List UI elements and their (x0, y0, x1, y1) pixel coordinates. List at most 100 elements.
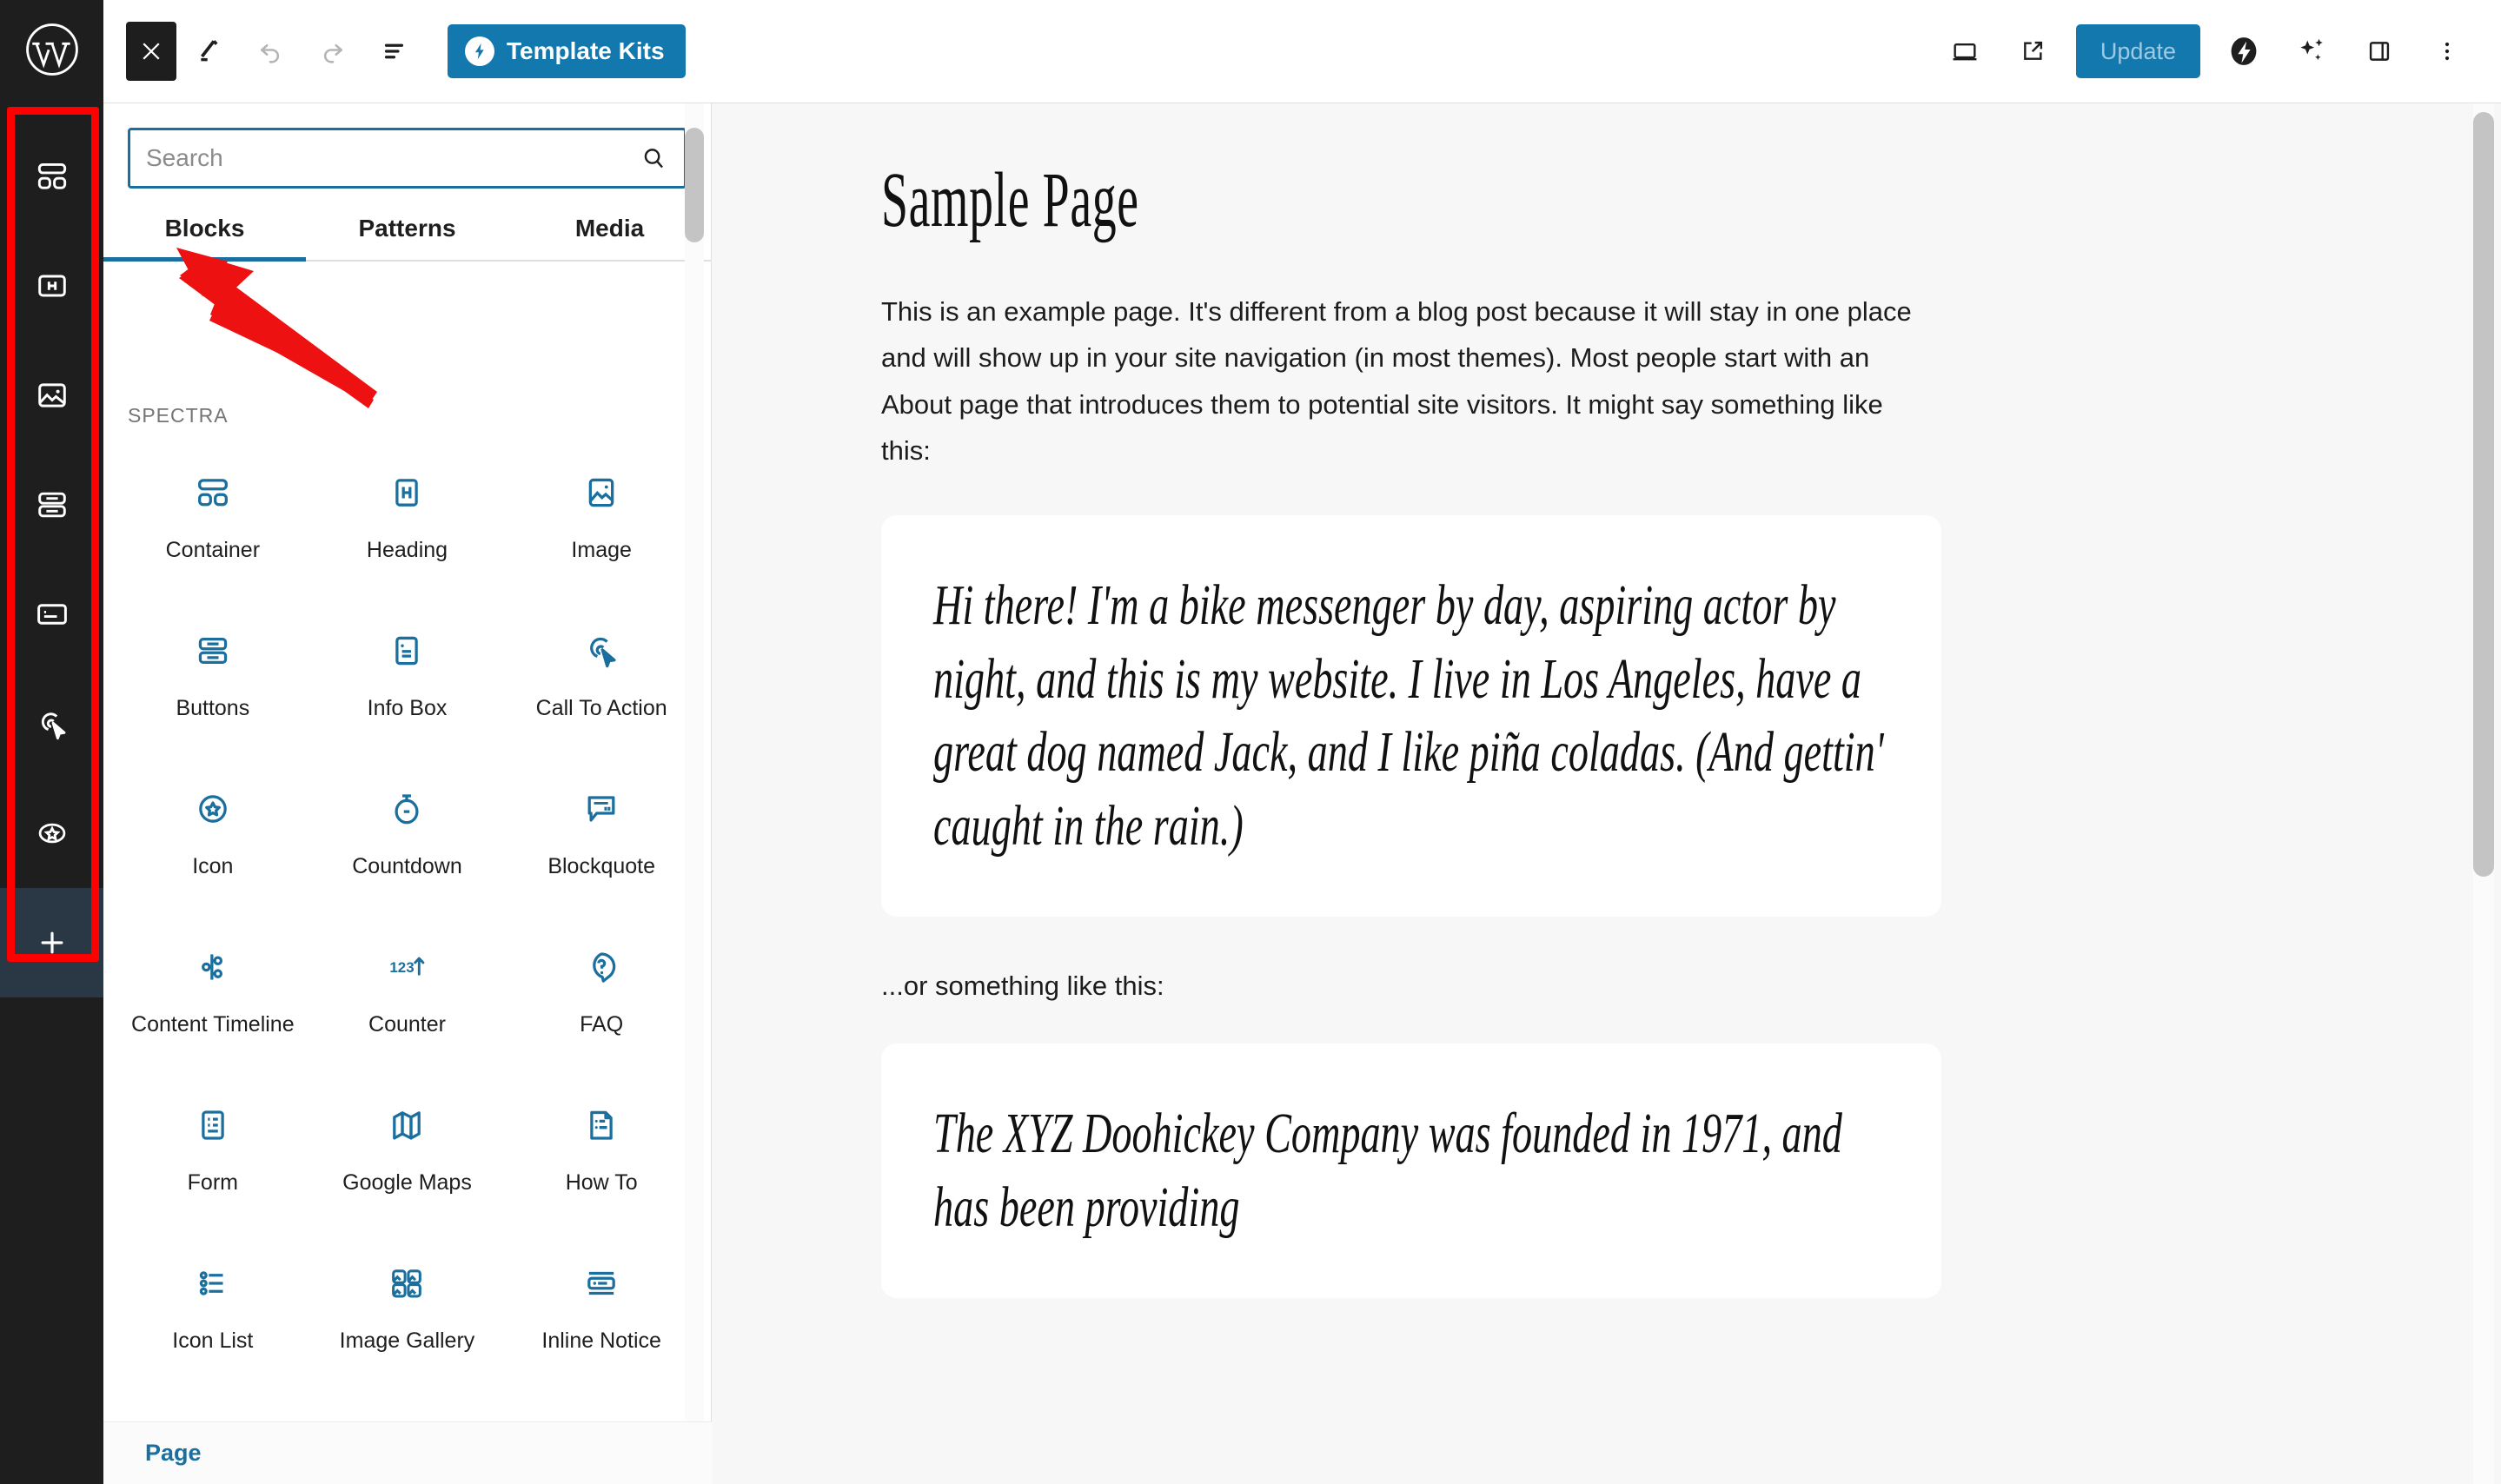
block-item-blockquote[interactable]: Blockquote (504, 761, 699, 919)
update-button[interactable]: Update (2076, 24, 2200, 78)
ai-assistant-button[interactable] (2280, 20, 2343, 83)
page-title[interactable]: Sample Page (881, 157, 1538, 243)
divider-paragraph[interactable]: ...or something like this: (881, 971, 1941, 1002)
toolbar-right-group: Update (1934, 20, 2501, 83)
editor-canvas[interactable]: Sample Page This is an example page. It'… (712, 103, 2501, 1484)
block-item-call-to-action[interactable]: Call To Action (504, 603, 699, 761)
star-badge-icon (33, 814, 71, 852)
sidebar-item-icon[interactable] (0, 778, 103, 888)
view-external-link-icon (2019, 37, 2047, 65)
block-label: Container (166, 537, 260, 564)
block-item-countdown[interactable]: Countdown (310, 761, 505, 919)
block-list-scroll-region[interactable]: SPECTRA Container (103, 364, 711, 1484)
star-badge-icon (193, 780, 233, 838)
quote-block-two[interactable]: The XYZ Doohickey Company was founded in… (881, 1043, 1941, 1298)
block-item-how-to[interactable]: How To (504, 1077, 699, 1236)
block-item-image-gallery[interactable]: Image Gallery (310, 1236, 505, 1394)
wordpress-logo-button[interactable] (0, 0, 103, 103)
block-item-heading[interactable]: Heading (310, 445, 505, 603)
block-item-container[interactable]: Container (116, 445, 310, 603)
block-label: Buttons (176, 695, 249, 722)
tab-patterns[interactable]: Patterns (306, 215, 508, 260)
inserter-tabs: Blocks Patterns Media (103, 215, 711, 262)
block-label: Call To Action (536, 695, 667, 722)
block-label: Counter (368, 1011, 446, 1038)
sidebar-item-add-block[interactable] (0, 888, 103, 997)
icon-list-icon (193, 1255, 233, 1312)
image-icon (33, 376, 71, 414)
preview-device-button[interactable] (1934, 20, 1996, 83)
more-options-button[interactable] (2416, 20, 2478, 83)
block-inserter-panel: Blocks Patterns Media SPECTRA Container (103, 103, 712, 1484)
svg-text:123: 123 (390, 959, 415, 976)
call-to-action-icon (33, 705, 71, 743)
block-item-content-timeline[interactable]: Content Timeline (116, 919, 310, 1077)
block-item-icon-list[interactable]: Icon List (116, 1236, 310, 1394)
template-kits-label: Template Kits (507, 37, 665, 65)
block-label: Form (188, 1169, 238, 1196)
block-label: Icon List (172, 1328, 253, 1355)
search-input[interactable] (130, 144, 639, 172)
template-kits-button[interactable]: Template Kits (448, 24, 686, 78)
canvas-scrollbar[interactable] (2473, 103, 2494, 1484)
sidebar-item-container[interactable] (0, 122, 103, 231)
undo-button[interactable] (239, 20, 302, 83)
block-label: Icon (192, 853, 233, 880)
quote-text: Hi there! I'm a bike messenger by day, a… (933, 569, 1888, 863)
canvas-scrollbar-thumb[interactable] (2473, 112, 2494, 877)
document-type-label[interactable]: Page (145, 1440, 202, 1467)
buttons-icon (193, 622, 233, 679)
block-label: Countdown (352, 853, 461, 880)
search-box[interactable] (128, 128, 687, 189)
block-item-google-maps[interactable]: Google Maps (310, 1077, 505, 1236)
how-to-document-icon (581, 1096, 621, 1154)
close-editor-button[interactable] (126, 22, 176, 81)
block-label: Heading (367, 537, 448, 564)
sidebar-item-image[interactable] (0, 341, 103, 450)
block-label: Image Gallery (340, 1328, 475, 1355)
sidebar-item-call-to-action[interactable] (0, 669, 103, 778)
quote-text: The XYZ Doohickey Company was founded in… (933, 1097, 1888, 1244)
tab-media[interactable]: Media (508, 215, 711, 260)
intro-paragraph[interactable]: This is an example page. It's different … (881, 288, 1937, 474)
block-item-faq[interactable]: FAQ (504, 919, 699, 1077)
info-box-icon (33, 595, 71, 633)
list-view-button[interactable] (364, 20, 427, 83)
block-item-inline-notice[interactable]: Inline Notice (504, 1236, 699, 1394)
close-icon (138, 38, 164, 64)
desktop-preview-icon (1950, 36, 1980, 66)
stopwatch-icon (387, 780, 427, 838)
toolbar-left-group: Template Kits (103, 20, 686, 83)
sidebar-item-buttons[interactable] (0, 450, 103, 560)
block-item-info-box[interactable]: Info Box (310, 603, 505, 761)
image-icon (581, 464, 621, 521)
editor-status-bar: Page (103, 1421, 712, 1484)
sidebar-item-heading[interactable] (0, 231, 103, 341)
block-item-counter[interactable]: 123 Counter (310, 919, 505, 1077)
info-box-icon (387, 622, 427, 679)
editor-toolbar: Template Kits (0, 0, 2501, 103)
inserter-scrollbar[interactable] (685, 103, 704, 1484)
call-to-action-icon (581, 622, 621, 679)
inserter-scrollbar-thumb[interactable] (685, 128, 704, 242)
edit-mode-button[interactable] (176, 20, 239, 83)
buttons-icon (33, 486, 71, 524)
heading-icon (33, 267, 71, 305)
spectra-menu-button[interactable] (2212, 20, 2275, 83)
view-page-button[interactable] (2001, 20, 2064, 83)
quote-block-one[interactable]: Hi there! I'm a bike messenger by day, a… (881, 515, 1941, 917)
quote-bubble-icon (581, 780, 621, 838)
search-area (103, 103, 711, 189)
block-item-buttons[interactable]: Buttons (116, 603, 310, 761)
image-gallery-icon (387, 1255, 427, 1312)
block-item-form[interactable]: Form (116, 1077, 310, 1236)
sidebar-item-info-box[interactable] (0, 560, 103, 669)
tab-blocks[interactable]: Blocks (103, 215, 306, 260)
block-item-image[interactable]: Image (504, 445, 699, 603)
block-label: Content Timeline (131, 1011, 295, 1038)
block-item-icon[interactable]: Icon (116, 761, 310, 919)
settings-sidebar-button[interactable] (2348, 20, 2411, 83)
post-content: Sample Page This is an example page. It'… (712, 103, 2501, 1298)
redo-button[interactable] (302, 20, 364, 83)
container-icon (33, 157, 71, 195)
